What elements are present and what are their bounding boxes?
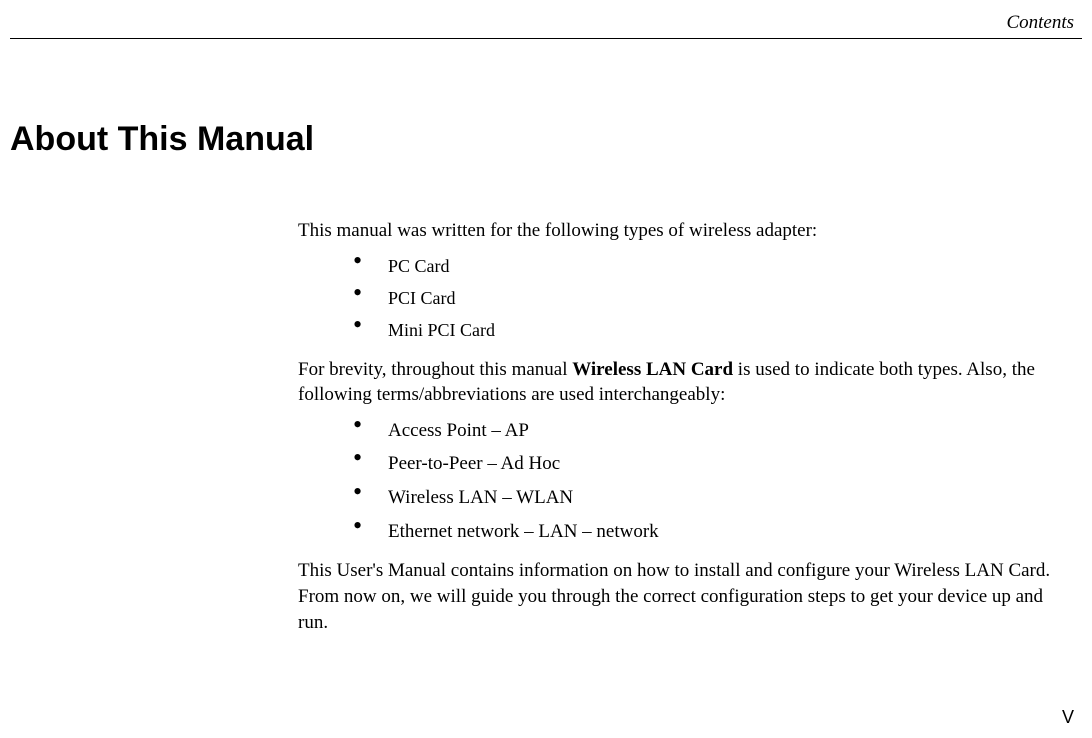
adapter-type-list: PC Card PCI Card Mini PCI Card (298, 254, 1074, 343)
brevity-prefix: For brevity, throughout this manual (298, 359, 572, 380)
intro-paragraph: This manual was written for the followin… (298, 218, 1074, 244)
header-divider (10, 38, 1082, 39)
list-item: Wireless LAN – WLAN (298, 485, 1074, 511)
terms-list: Access Point – AP Peer-to-Peer – Ad Hoc … (298, 418, 1074, 545)
closing-paragraph: This User's Manual contains information … (298, 558, 1074, 635)
page-number: V (1062, 707, 1074, 728)
list-item: Access Point – AP (298, 418, 1074, 444)
list-item: Mini PCI Card (298, 318, 1074, 342)
list-item: PCI Card (298, 286, 1074, 310)
brevity-paragraph: For brevity, throughout this manual Wire… (298, 357, 1074, 408)
list-item: Peer-to-Peer – Ad Hoc (298, 451, 1074, 477)
list-item: Ethernet network – LAN – network (298, 519, 1074, 545)
list-item: PC Card (298, 254, 1074, 278)
header-section-label: Contents (1006, 12, 1074, 34)
page-title: About This Manual (10, 120, 314, 159)
body-content: This manual was written for the followin… (298, 218, 1074, 645)
brevity-bold-term: Wireless LAN Card (572, 359, 733, 380)
